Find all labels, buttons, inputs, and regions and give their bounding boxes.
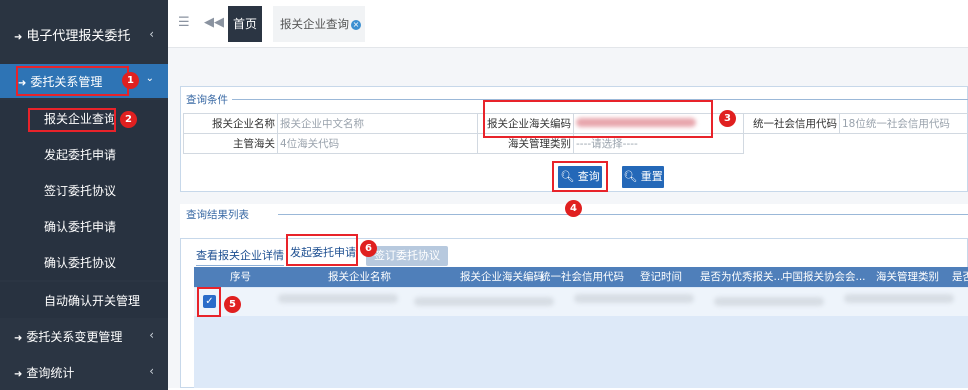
menu-arrow-icon: ➜ xyxy=(14,369,22,380)
chevron-left-icon: ‹ xyxy=(149,328,154,342)
redacted-value xyxy=(574,294,694,303)
results-grid-header: 序号 报关企业名称 报关企业海关编码 统一社会信用代码 登记时间 是否为优秀报关… xyxy=(194,267,968,287)
hamburger-menu-icon[interactable]: ☰ xyxy=(178,15,190,30)
annotation-box xyxy=(286,234,358,266)
column-header: 是否 xyxy=(952,267,968,287)
redacted-value xyxy=(278,294,398,303)
annotation-box xyxy=(197,287,221,317)
sidebar-item-confirm-agreement[interactable]: 确认委托协议 xyxy=(0,244,168,280)
annotation-badge: 1 xyxy=(122,72,139,89)
tab-home[interactable]: 首页 xyxy=(228,6,262,42)
redacted-value xyxy=(414,297,554,306)
legend-divider xyxy=(278,214,968,215)
name-label: 报关企业名称 xyxy=(184,114,278,134)
annotation-badge: 5 xyxy=(224,296,241,313)
tab-sign-agreement[interactable]: 签订委托协议 xyxy=(366,246,448,266)
reset-button[interactable]: 🔍︎ 重置 xyxy=(622,166,664,188)
annotation-badge: 6 xyxy=(360,240,377,257)
sidebar: ➜电子代理报关委托 ‹ ➜委托关系管理 ⌄ 报关企业查询 发起委托申请 签订委托… xyxy=(0,0,168,388)
annotation-box xyxy=(16,66,129,96)
redacted-value xyxy=(714,297,824,306)
menu-arrow-icon: ➜ xyxy=(14,333,22,344)
annotation-box xyxy=(483,100,713,138)
top-bar: ☰ ◀◀ 首页 报关企业查询× xyxy=(168,0,968,48)
column-header: 登记时间 xyxy=(640,267,682,287)
query-legend: 查询条件 xyxy=(186,92,228,107)
annotation-badge: 3 xyxy=(719,110,736,127)
sidebar-item-initiate-request[interactable]: 发起委托申请 xyxy=(0,136,168,172)
sidebar-group-change-mgmt[interactable]: ➜委托关系变更管理 ‹ xyxy=(0,318,168,354)
table-row[interactable] xyxy=(194,288,968,316)
results-legend: 查询结果列表 xyxy=(186,207,249,222)
tab-scroll-left-icon[interactable]: ◀◀ xyxy=(204,15,224,30)
customs-label: 主管海关 xyxy=(184,134,278,154)
sidebar-title: ➜电子代理报关委托 xyxy=(14,25,130,44)
column-header: 报关企业海关编码 xyxy=(460,267,544,287)
name-input[interactable]: 报关企业中文名称 xyxy=(278,114,478,134)
annotation-box xyxy=(552,161,608,192)
menu-arrow-icon: ➜ xyxy=(14,32,22,43)
sidebar-item-sign-agreement[interactable]: 签订委托协议 xyxy=(0,172,168,208)
tab-view-details[interactable]: 查看报关企业详情 xyxy=(196,246,284,266)
close-tab-icon[interactable]: × xyxy=(351,20,361,30)
chevron-left-icon: ‹ xyxy=(149,27,154,41)
annotation-badge: 2 xyxy=(120,111,137,128)
sidebar-header[interactable]: ➜电子代理报关委托 ‹ xyxy=(0,0,168,64)
sidebar-item-confirm-request[interactable]: 确认委托申请 xyxy=(0,208,168,244)
search-icon: 🔍︎ xyxy=(623,170,637,183)
annotation-box xyxy=(28,108,116,132)
column-header: 序号 xyxy=(230,267,251,287)
column-header: 统一社会信用代码 xyxy=(540,267,624,287)
tab-broker-query[interactable]: 报关企业查询× xyxy=(273,6,365,42)
column-header: 报关企业名称 xyxy=(328,267,391,287)
sidebar-group-statistics[interactable]: ➜查询统计 ‹ xyxy=(0,354,168,390)
customs-input[interactable]: 4位海关代码 xyxy=(278,134,478,154)
credit-label: 统一社会信用代码 xyxy=(744,114,840,134)
column-header: 是否为优秀报关... xyxy=(700,267,784,287)
annotation-badge: 4 xyxy=(565,200,582,217)
chevron-down-icon: ⌄ xyxy=(146,73,154,84)
sidebar-item-auto-confirm[interactable]: 自动确认开关管理 xyxy=(0,282,168,318)
column-header: 中国报关协会会... xyxy=(782,267,866,287)
chevron-left-icon: ‹ xyxy=(149,364,154,378)
credit-input[interactable]: 18位统一社会信用代码 xyxy=(840,114,968,134)
redacted-value xyxy=(844,294,954,303)
column-header: 海关管理类别 xyxy=(876,267,939,287)
